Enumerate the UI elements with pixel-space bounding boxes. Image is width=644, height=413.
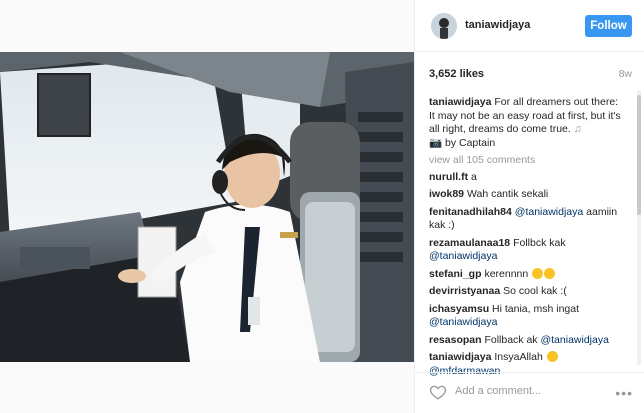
more-icon[interactable]: ••• <box>615 385 633 401</box>
post-age: 8w <box>618 68 632 80</box>
comments-list: taniawidjaya For all dreamers out there:… <box>429 96 625 382</box>
comment-text: Follback ak <box>484 333 538 346</box>
emoji-icon <box>532 267 544 279</box>
heart-icon[interactable] <box>429 383 447 401</box>
comment-text: Follbck kak <box>513 236 566 249</box>
comment-username[interactable]: devirristyanaa <box>429 285 500 297</box>
post-photo <box>0 52 414 362</box>
comment-footer: Add a comment... ••• <box>415 372 644 413</box>
likes-count[interactable]: 3,652 likes <box>429 68 484 80</box>
camera-icon: 📷 <box>429 136 443 149</box>
post-header: taniawidjaya Follow <box>415 0 644 52</box>
caption-tail: by Captain <box>442 136 496 149</box>
comment-username[interactable]: taniawidjaya <box>429 351 491 363</box>
comment-mention[interactable]: @taniawidjaya <box>429 250 497 262</box>
add-comment-input[interactable]: Add a comment... <box>455 385 541 397</box>
caption: taniawidjaya For all dreamers out there:… <box>429 96 625 150</box>
comment-text: kerennnn <box>484 267 529 280</box>
view-all-comments-link[interactable]: view all 105 comments <box>429 154 625 168</box>
comment-username[interactable]: ichasyamsu <box>429 303 489 315</box>
comment-username[interactable]: rezamaulanaa18 <box>429 237 510 249</box>
list-item: iwok89 Wah cantik sekali <box>429 188 625 202</box>
scrollbar-thumb[interactable] <box>637 95 641 215</box>
comment-username[interactable]: resasopan <box>429 334 482 346</box>
comment-username[interactable]: fenitanadhilah84 <box>429 206 512 218</box>
avatar-image <box>431 13 457 39</box>
comment-text: Wah cantik sekali <box>466 188 549 200</box>
list-item: stefani_gp kerennnn <box>429 267 625 282</box>
cockpit-photo <box>0 52 414 362</box>
photo-panel <box>0 0 414 413</box>
caption-username[interactable]: taniawidjaya <box>429 96 491 108</box>
list-item: devirristyanaa So cool kak :( <box>429 285 625 299</box>
header-username[interactable]: taniawidjaya <box>465 19 530 31</box>
avatar[interactable] <box>431 13 457 39</box>
list-item: ichasyamsu Hi tania, msh ingat @taniawid… <box>429 303 625 330</box>
emoji-icon <box>546 351 558 362</box>
comment-username[interactable]: iwok89 <box>429 188 464 200</box>
post-sidebar: taniawidjaya Follow 3,652 likes 8w tania… <box>414 0 644 413</box>
comment-mention[interactable]: @taniawidjaya <box>429 316 497 328</box>
list-item: nurull.ft a <box>429 171 625 185</box>
comment-mention[interactable]: @taniawidjaya <box>515 206 583 218</box>
comment-username[interactable]: nurull.ft <box>429 171 468 183</box>
follow-button[interactable]: Follow <box>585 15 632 37</box>
list-item: rezamaulanaa18 Follbck kak @taniawidjaya <box>429 237 625 264</box>
list-item: resasopan Follback ak @taniawidjaya <box>429 334 625 348</box>
comment-username[interactable]: stefani_gp <box>429 268 482 280</box>
comment-text: Hi tania, msh ingat <box>492 302 580 315</box>
list-item: fenitanadhilah84 @taniawidjaya aamiin ka… <box>429 206 625 233</box>
emoji-icon <box>544 267 556 279</box>
comment-mention[interactable]: @taniawidjaya <box>540 334 608 346</box>
music-note-icon: ♫ <box>573 123 582 135</box>
comment-text: a <box>471 170 477 183</box>
comment-text: InsyaAllah <box>494 351 543 363</box>
comment-text: So cool kak :( <box>503 285 567 297</box>
